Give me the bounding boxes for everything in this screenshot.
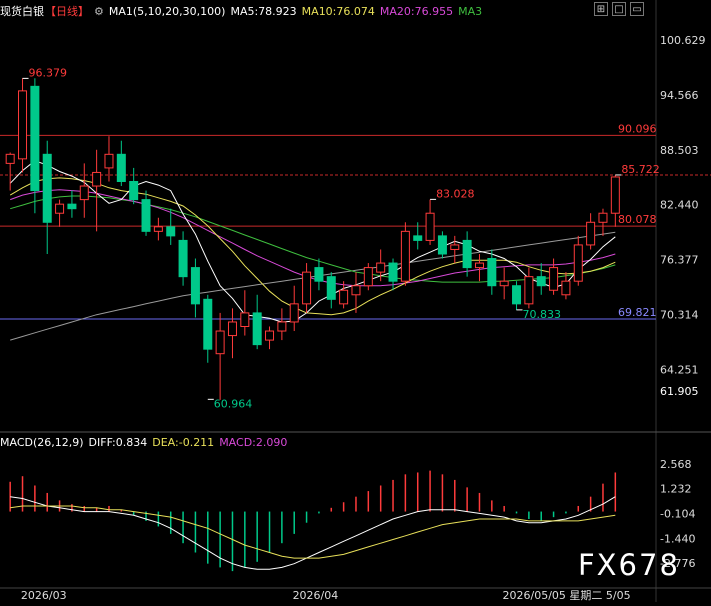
- price-annotation: 83.028: [436, 187, 475, 200]
- candle-up: [5, 153, 15, 164]
- period-label[interactable]: 【日线】: [45, 5, 89, 18]
- candle-up: [240, 312, 250, 327]
- ma30-line: [10, 195, 616, 283]
- candle-down: [314, 267, 324, 282]
- price-level-label: 90.096: [618, 122, 657, 135]
- candle-up: [400, 230, 410, 282]
- symbol-name[interactable]: 现货白银: [0, 5, 44, 18]
- price-annotation: 85.722: [621, 163, 660, 176]
- candle-up: [265, 330, 275, 341]
- gear-icon[interactable]: ⚙: [94, 5, 104, 18]
- candle-up: [104, 153, 114, 169]
- macd-header: MACD(26,12,9) DIFF:0.834 DEA:-0.211 MACD:2.…: [0, 436, 292, 449]
- x-axis-label: 2026/05/05 星期二 5/05: [503, 589, 631, 602]
- candle-down: [190, 267, 200, 305]
- candle-up: [215, 330, 225, 355]
- y-tick-label: 94.566: [660, 89, 699, 102]
- watermark: FX678: [578, 548, 680, 582]
- candle-up: [474, 262, 484, 269]
- candle-down: [252, 312, 262, 346]
- candle-up: [499, 280, 509, 287]
- candle-up: [524, 276, 534, 305]
- candle-up: [573, 244, 583, 282]
- candle-up: [153, 226, 163, 232]
- y-tick-label: 88.503: [660, 144, 699, 157]
- ma-params: MA1(5,10,20,30,100): [108, 5, 226, 18]
- candle-up: [339, 289, 349, 305]
- restore-icon[interactable]: ▭: [630, 2, 644, 16]
- y-tick-label: 64.251: [660, 364, 699, 377]
- candle-up: [18, 90, 28, 160]
- chart-canvas: 100.629 94.566 88.503 82.440 76.377 70.314 64.…: [0, 0, 711, 602]
- y-tick-label: 82.440: [660, 199, 699, 212]
- candle-up: [277, 321, 287, 332]
- ma20-line: [10, 189, 616, 287]
- y-tick-label: 70.314: [660, 309, 699, 322]
- candle-down: [487, 258, 497, 287]
- candle-up: [79, 185, 89, 201]
- price-annotation: 60.964: [214, 397, 253, 410]
- candle-up: [549, 267, 559, 291]
- candle-down: [536, 276, 546, 287]
- grid-icon[interactable]: ⊞: [594, 2, 608, 16]
- macd-params: MACD(26,12,9): [0, 436, 84, 449]
- x-axis-label: 2026/03: [21, 589, 67, 602]
- candle-up: [376, 262, 386, 273]
- x-axis-label: 2026/04: [293, 589, 339, 602]
- candle-down: [30, 85, 40, 192]
- candle-down: [388, 262, 398, 282]
- macd-dea-line: [10, 505, 616, 559]
- candle-down: [203, 298, 213, 350]
- macd-value: MACD:2.090: [219, 436, 288, 449]
- maximize-icon[interactable]: □: [612, 2, 626, 16]
- price-level-label: 80.078: [618, 213, 657, 226]
- candle-down: [67, 203, 77, 210]
- candle-down: [512, 285, 522, 305]
- candle-up: [227, 321, 237, 337]
- candle-up: [302, 271, 312, 305]
- y-tick-label: 76.377: [660, 254, 699, 267]
- price-level-label: 69.821: [618, 306, 657, 319]
- candle-down: [413, 235, 423, 241]
- ma3-value: MA3: [458, 5, 483, 18]
- candle-up: [55, 203, 65, 214]
- candle-down: [166, 226, 176, 237]
- candle-down: [116, 153, 126, 182]
- candle-up: [92, 171, 102, 187]
- candle-down: [326, 276, 336, 300]
- macd-diff-value: DIFF:0.834: [88, 436, 148, 449]
- macd-y-tick-label: 2.568: [660, 458, 692, 471]
- candle-up: [450, 244, 460, 250]
- candle-up: [586, 221, 596, 246]
- candle-down: [42, 153, 52, 223]
- candle-down: [462, 239, 472, 269]
- chart-header: 现货白银【日线】 ⚙ MA1(5,10,20,30,100) MA5:78.923 MA…: [0, 3, 487, 19]
- candle-up: [351, 285, 361, 296]
- price-annotation: 96.379: [29, 66, 68, 79]
- ma5-value: MA5:78.923: [230, 5, 297, 18]
- chart-root: 100.629 94.566 88.503 82.440 76.377 70.314 64.…: [0, 0, 711, 602]
- ma10-value: MA10:76.074: [301, 5, 375, 18]
- candle-up: [425, 212, 435, 241]
- candle-up: [289, 303, 299, 323]
- price-annotation: 70.833: [523, 308, 562, 321]
- candle-up: [561, 280, 571, 296]
- candle-up: [598, 212, 608, 223]
- macd-y-tick-label: -0.104: [660, 507, 695, 520]
- candle-up: [363, 267, 373, 287]
- candle-down: [129, 181, 139, 201]
- current-price-label: 61.905: [660, 385, 699, 398]
- candle-down: [178, 239, 188, 278]
- candle-up: [610, 176, 620, 214]
- macd-y-tick-label: -1.440: [660, 532, 695, 545]
- macd-dea-value: DEA:-0.211: [152, 436, 215, 449]
- macd-y-tick-label: 1.232: [660, 483, 692, 496]
- y-tick-label: 100.629: [660, 34, 706, 47]
- candle-down: [437, 235, 447, 255]
- candle-down: [141, 199, 151, 232]
- ma20-value: MA20:76.955: [379, 5, 454, 18]
